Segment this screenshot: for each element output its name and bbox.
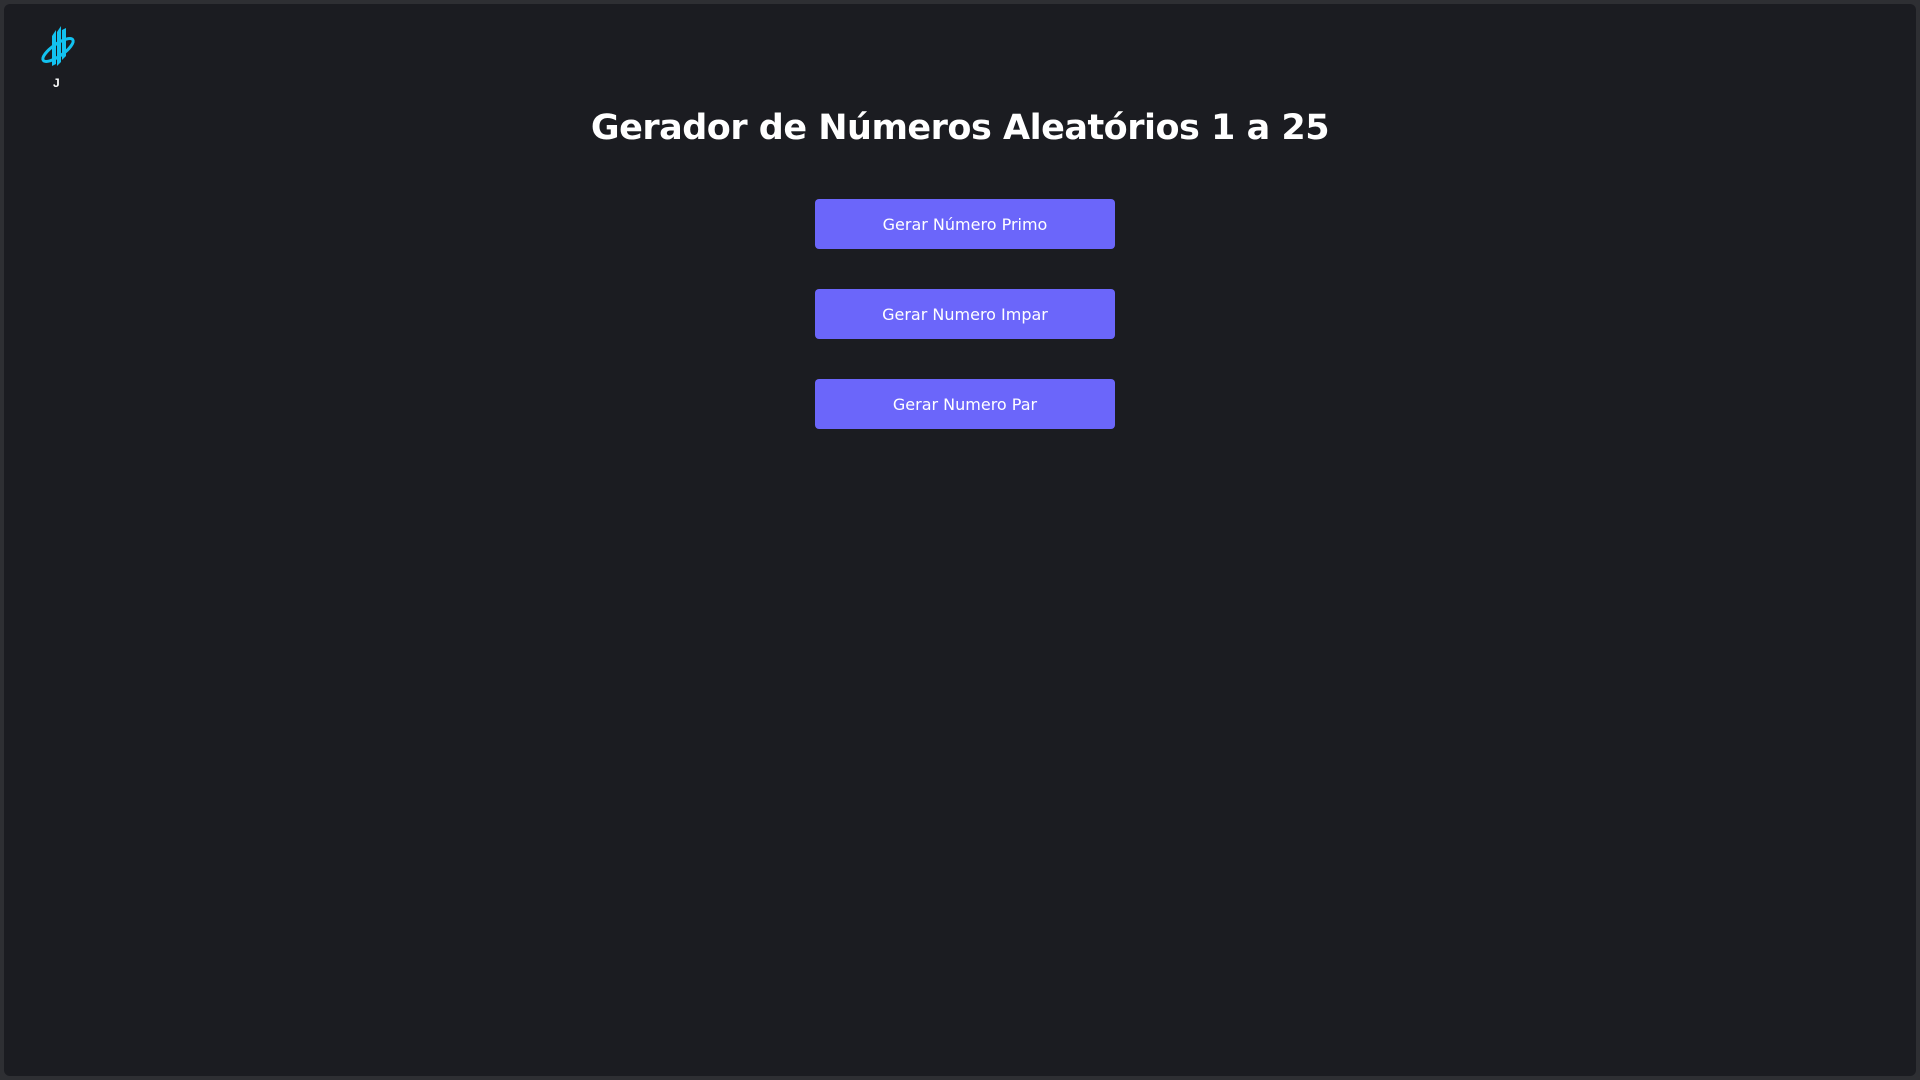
generate-even-button[interactable]: Gerar Numero Par	[815, 379, 1115, 429]
page-title: Gerador de Números Aleatórios 1 a 25	[590, 108, 1330, 148]
generate-odd-button[interactable]: Gerar Numero Impar	[815, 289, 1115, 339]
app-window: J	[4, 4, 1916, 1076]
logo-letter: J	[53, 76, 60, 90]
logo-icon	[41, 26, 75, 66]
generate-prime-button[interactable]: Gerar Número Primo	[815, 199, 1115, 249]
